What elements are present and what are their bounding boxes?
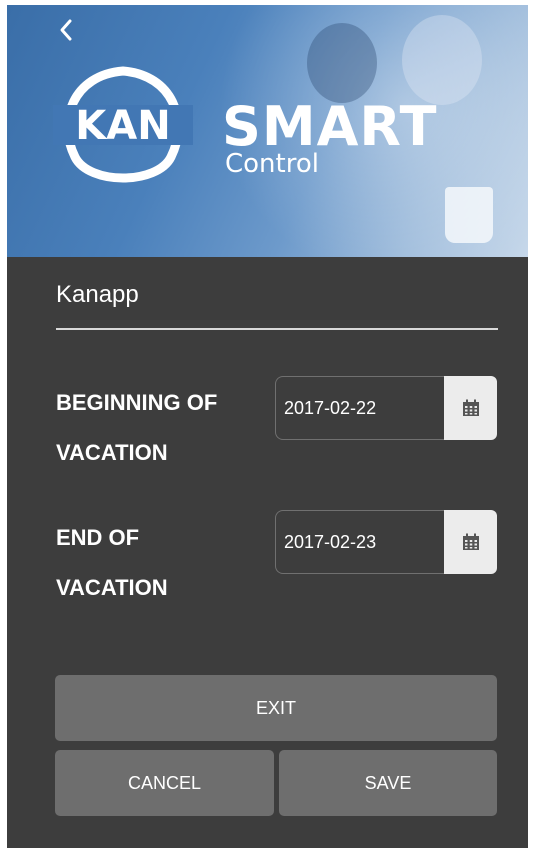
logo-text: KAN [75,103,170,149]
app-screen: KAN SMART Control Kanapp BEGINNING OF VA… [7,5,528,848]
beginning-calendar-button[interactable] [444,376,497,440]
end-date-input[interactable] [275,510,444,574]
header-banner: KAN SMART Control [7,5,528,257]
cancel-button[interactable]: CANCEL [55,750,274,816]
label-line: VACATION [56,575,168,600]
save-button[interactable]: SAVE [279,750,497,816]
kan-logo: KAN [53,61,193,189]
calendar-icon [462,533,479,550]
title-divider [56,328,498,330]
chevron-left-icon [60,19,72,41]
label-line: END OF [56,525,140,550]
label-line: VACATION [56,440,168,465]
end-date-field [275,510,497,574]
brand-subtitle: Control [225,149,319,179]
banner-photo-mug [445,187,493,243]
beginning-date-field [275,376,497,440]
beginning-date-input[interactable] [275,376,444,440]
exit-button[interactable]: EXIT [55,675,497,741]
end-calendar-button[interactable] [444,510,497,574]
banner-photo-person [402,15,482,105]
back-button[interactable] [51,13,81,47]
page-title: Kanapp [56,281,139,308]
beginning-of-vacation-label: BEGINNING OF VACATION [56,378,246,478]
end-of-vacation-label: END OF VACATION [56,513,246,613]
calendar-icon [462,399,479,416]
label-line: BEGINNING OF [56,390,218,415]
banner-photo-person [307,23,377,103]
